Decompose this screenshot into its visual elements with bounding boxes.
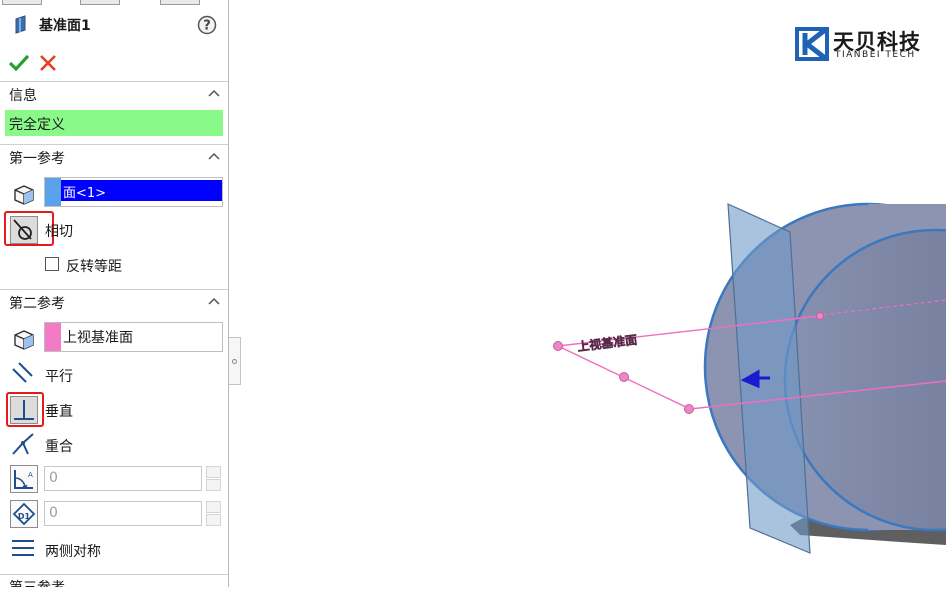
info-header-label: 信息 <box>9 88 37 104</box>
check-icon <box>8 54 30 72</box>
coincident-button[interactable] <box>10 431 38 459</box>
flip-offset-checkbox[interactable] <box>45 257 59 271</box>
angle-spin-down[interactable] <box>206 479 221 491</box>
distance-value: 0 <box>49 505 58 521</box>
perpendicular-label: 垂直 <box>45 404 73 420</box>
second-reference-field[interactable]: 上视基准面 <box>44 322 223 352</box>
angle-value: 0 <box>49 470 58 486</box>
first-reference-color-tab <box>45 178 61 206</box>
property-manager-panel: 基准面1 ? 信息 完全定义 第一参考 面<1> 相切 反转等距 第二参考 上视… <box>0 0 229 587</box>
angle-spin-up[interactable] <box>206 466 221 478</box>
first-reference-header[interactable]: 第一参考 <box>0 145 228 169</box>
info-section-header[interactable]: 信息 <box>0 82 228 106</box>
distance-spin-down[interactable] <box>206 514 221 526</box>
datum-plane-icon <box>12 15 30 35</box>
second-reference-header[interactable]: 第二参考 <box>0 290 228 314</box>
parallel-label: 平行 <box>45 369 73 385</box>
company-logo: 天贝科技 TIANBEI TECH <box>795 27 935 63</box>
svg-text:?: ? <box>203 19 211 34</box>
highlight-perpendicular <box>6 392 44 427</box>
first-reference-label: 第一参考 <box>9 151 65 167</box>
first-reference-selection-text: 面<1> <box>63 186 107 201</box>
coincident-label: 重合 <box>45 439 73 455</box>
symmetric-button[interactable] <box>10 535 38 563</box>
distance-input[interactable]: 0 <box>44 501 202 526</box>
plane-handle[interactable] <box>553 341 563 351</box>
symmetric-label: 两侧对称 <box>45 544 101 560</box>
plane-handle[interactable] <box>816 312 824 320</box>
flip-offset-label: 反转等距 <box>66 259 122 275</box>
distance-icon: D1 <box>12 502 36 526</box>
second-reference-color-tab <box>45 323 61 351</box>
plane-handle[interactable] <box>619 372 629 382</box>
svg-text:D1: D1 <box>18 512 31 521</box>
chevron-up-icon[interactable] <box>207 149 221 163</box>
third-reference-label: 第三参考 <box>9 577 65 587</box>
graphics-viewport[interactable]: 上视基准面 天贝科技 TIANBEI TECH <box>241 0 946 587</box>
cancel-button[interactable] <box>39 54 57 72</box>
angle-input[interactable]: 0 <box>44 466 202 491</box>
symmetric-icon <box>12 540 34 556</box>
first-reference-field[interactable]: 面<1> <box>44 177 223 207</box>
grip-dot-icon <box>232 359 237 364</box>
distance-spin-up[interactable] <box>206 501 221 513</box>
status-box: 完全定义 <box>5 110 223 136</box>
feature-title: 基准面1 <box>39 18 91 34</box>
parallel-icon <box>12 362 33 383</box>
panel-tabs[interactable] <box>0 0 228 5</box>
ok-button[interactable] <box>8 54 30 72</box>
tangent-label: 相切 <box>45 224 73 240</box>
face-reference-icon <box>12 183 36 207</box>
distance-button[interactable]: D1 <box>10 500 38 528</box>
third-reference-header[interactable]: 第三参考 <box>0 575 228 587</box>
coincident-icon <box>12 433 34 455</box>
parallel-button[interactable] <box>10 360 38 388</box>
svg-text:A: A <box>28 471 33 479</box>
cancel-x-icon <box>40 55 56 71</box>
angle-button[interactable]: A <box>10 465 38 493</box>
help-icon[interactable]: ? <box>197 15 217 35</box>
chevron-up-icon[interactable] <box>207 294 221 308</box>
first-reference-selection[interactable]: 面<1> <box>61 180 222 201</box>
model-view: 上视基准面 <box>553 202 946 554</box>
tianbei-logo-icon <box>795 27 829 61</box>
logo-en-text: TIANBEI TECH <box>835 50 916 60</box>
panel-collapse-grip[interactable] <box>229 337 241 385</box>
top-plane-label: 上视基准面 <box>577 332 638 354</box>
second-reference-label: 第二参考 <box>9 296 65 312</box>
plane-reference-icon <box>12 328 36 352</box>
status-text: 完全定义 <box>9 117 65 133</box>
angle-icon: A <box>14 470 33 490</box>
chevron-up-icon[interactable] <box>207 86 221 100</box>
second-reference-selection-text: 上视基准面 <box>63 330 133 346</box>
plane-handle[interactable] <box>684 404 694 414</box>
